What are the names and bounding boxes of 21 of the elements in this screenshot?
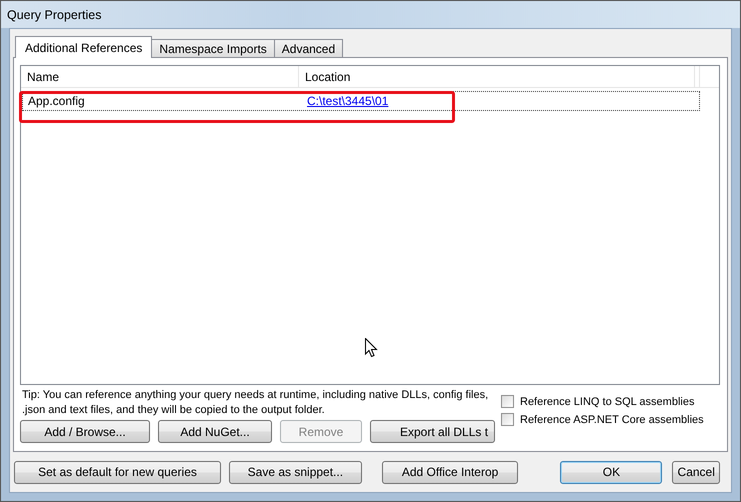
panel-button[interactable]: Add / Browse... <box>20 420 150 443</box>
table-cell-text: App.config <box>27 94 86 108</box>
window-title: Query Properties <box>7 8 102 22</box>
checkbox[interactable]: Reference ASP.NET Core assemblies <box>501 413 719 426</box>
tab[interactable]: Advanced <box>274 39 344 58</box>
mouse-pointer-icon <box>365 338 378 358</box>
column-header[interactable]: Location <box>299 66 695 87</box>
location-link[interactable]: C:\test\3445\01 <box>301 94 697 108</box>
panel-button[interactable]: Export all DLLs t <box>370 420 495 443</box>
checkbox[interactable]: Reference LINQ to SQL assemblies <box>501 395 719 408</box>
tab[interactable]: Namespace Imports <box>151 39 275 58</box>
dialog-button[interactable]: Save as snippet... <box>229 460 362 484</box>
dialog-button[interactable]: Add Office Interop <box>382 460 518 484</box>
tab[interactable]: Additional References <box>15 36 152 58</box>
dialog-button[interactable]: Cancel <box>672 460 720 484</box>
tip-text: Tip: You can reference anything your query needs at runtime, including native DLLs, config files, .json and text files, and they will be copied to the output folder. <box>22 388 490 418</box>
table-row[interactable]: App.config C:\test\3445\01 <box>22 91 700 111</box>
column-header[interactable]: Name <box>21 66 299 87</box>
panel-button[interactable]: Add NuGet... <box>158 420 272 443</box>
dialog-button[interactable]: Set as default for new queries <box>14 460 221 484</box>
ok-button[interactable]: OK <box>560 460 662 484</box>
